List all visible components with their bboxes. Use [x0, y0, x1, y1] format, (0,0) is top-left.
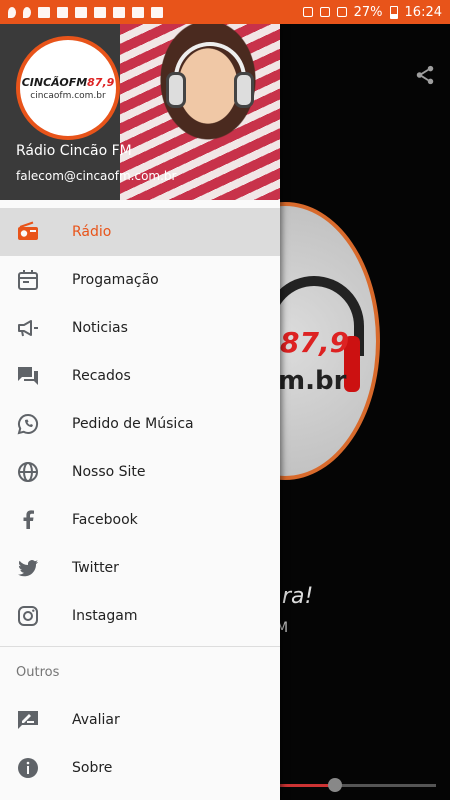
menu-item-label: Avaliar	[72, 712, 120, 728]
menu-item-label: Facebook	[72, 512, 138, 528]
facebook-icon	[16, 508, 40, 532]
megaphone-icon	[16, 316, 40, 340]
instagram-icon	[16, 604, 40, 628]
headphone-left-graphic	[166, 72, 186, 108]
navigation-drawer: CINCÃOFM87,9 cincaofm.com.br Rádio Cincã…	[0, 24, 280, 800]
drawer-menu-other: Avaliar Sobre	[0, 696, 280, 792]
menu-divider	[0, 646, 280, 647]
seek-progress	[280, 784, 335, 787]
logo-text: CINCÃOFM87,9	[21, 75, 115, 89]
status-bar: 27% 16:24	[0, 0, 450, 24]
menu-item-nosso-site[interactable]: Nosso Site	[0, 448, 280, 496]
image-icon	[132, 6, 144, 18]
mail-icon	[94, 6, 106, 18]
menu-item-radio[interactable]: Rádio	[0, 208, 280, 256]
menu-item-noticias[interactable]: Noticias	[0, 304, 280, 352]
calendar-icon	[16, 268, 40, 292]
gallery-icon	[75, 6, 87, 18]
menu-item-label: Rádio	[72, 224, 112, 240]
logo-url: m.br	[278, 366, 347, 396]
seek-thumb[interactable]	[327, 778, 342, 792]
signal-icon	[336, 7, 347, 17]
info-icon	[16, 756, 40, 780]
chat-bubbles-icon	[16, 364, 40, 388]
mute-icon	[302, 7, 313, 17]
facebook-notification-icon	[57, 6, 68, 18]
share-icon[interactable]	[414, 64, 436, 86]
menu-item-label: Nosso Site	[72, 464, 146, 480]
menu-item-avaliar[interactable]: Avaliar	[0, 696, 280, 744]
menu-item-label: Instagam	[72, 608, 138, 624]
tools-icon	[113, 6, 125, 18]
globe-icon	[16, 460, 40, 484]
menu-item-label: Pedido de Música	[72, 416, 194, 432]
battery-percent: 27%	[353, 4, 383, 20]
screen-icon	[151, 6, 163, 18]
notification-icons	[8, 6, 163, 18]
clock: 16:24	[404, 4, 442, 20]
menu-item-label: Noticias	[72, 320, 128, 336]
drawer-header: CINCÃOFM87,9 cincaofm.com.br Rádio Cincã…	[0, 24, 280, 200]
menu-item-label: Progamação	[72, 272, 159, 288]
station-logo: CINCÃOFM87,9 cincaofm.com.br	[16, 36, 120, 140]
menu-item-instagram[interactable]: Instagam	[0, 592, 280, 640]
menu-item-programacao[interactable]: Progamação	[0, 256, 280, 304]
rate-icon	[16, 708, 40, 732]
wifi-icon	[319, 7, 330, 17]
battery-icon	[389, 5, 398, 19]
whatsapp-icon	[16, 412, 40, 436]
music-note-icon	[8, 6, 16, 18]
menu-item-recados[interactable]: Recados	[0, 352, 280, 400]
menu-item-twitter[interactable]: Twitter	[0, 544, 280, 592]
music-note-icon	[23, 6, 31, 18]
menu-item-facebook[interactable]: Facebook	[0, 496, 280, 544]
menu-item-label: Sobre	[72, 760, 113, 776]
menu-item-sobre[interactable]: Sobre	[0, 744, 280, 792]
twitter-icon	[16, 556, 40, 580]
station-email: falecom@cincaofm.com.br	[16, 169, 177, 183]
station-name: Rádio Cincão FM	[16, 143, 132, 159]
tagline-text: ra!	[282, 584, 314, 609]
image-icon	[38, 6, 50, 18]
radio-icon	[16, 220, 40, 244]
menu-item-pedido-musica[interactable]: Pedido de Música	[0, 400, 280, 448]
menu-item-label: Twitter	[72, 560, 119, 576]
logo-frequency: 87,9	[280, 326, 350, 359]
section-label-outros: Outros	[16, 665, 60, 680]
seek-bar[interactable]	[280, 778, 436, 792]
menu-item-label: Recados	[72, 368, 131, 384]
drawer-menu: Rádio Progamação Noticias Recados Pedido…	[0, 208, 280, 640]
headphone-right-graphic	[234, 72, 254, 108]
logo-url: cincaofm.com.br	[30, 90, 106, 101]
system-icons: 27% 16:24	[302, 4, 442, 20]
